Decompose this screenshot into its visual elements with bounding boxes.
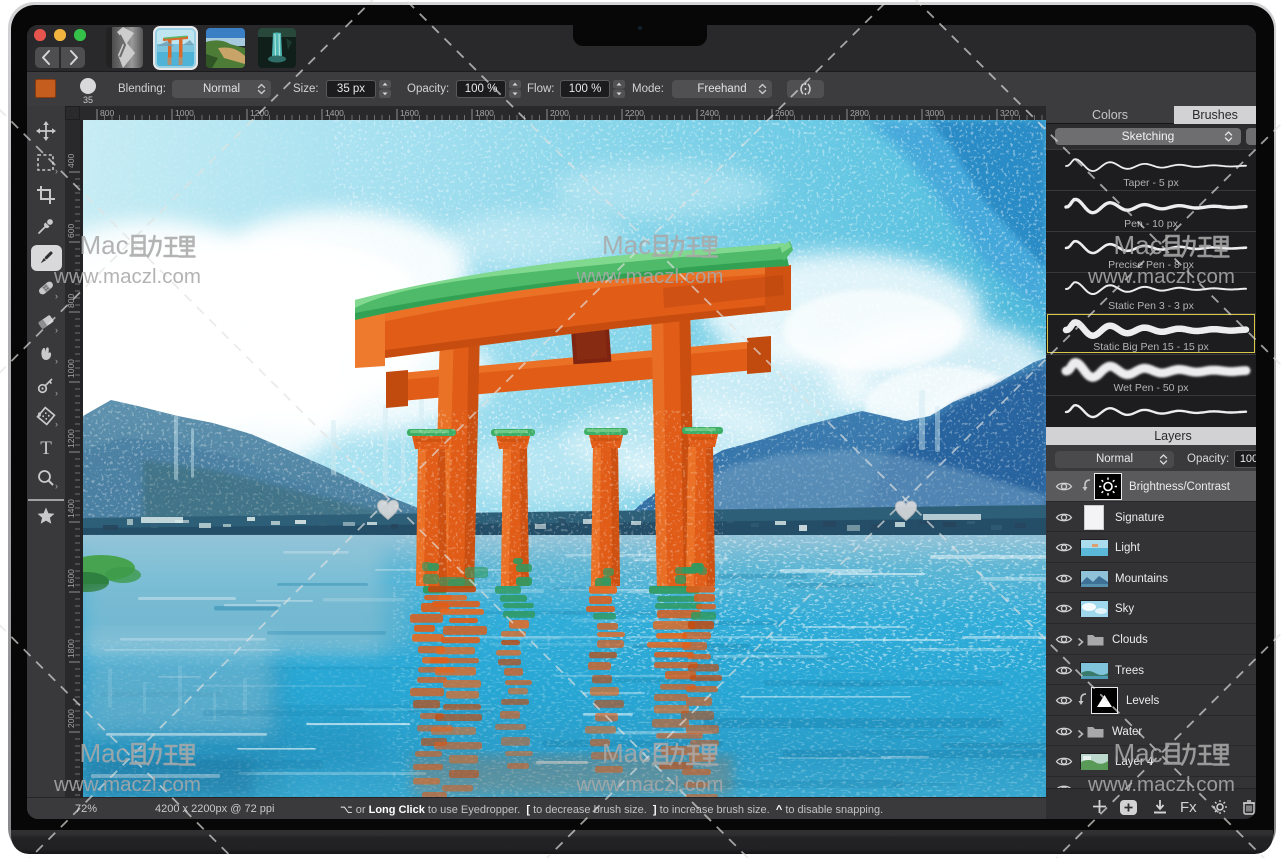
svg-text:1800: 1800: [475, 108, 494, 118]
svg-text:400: 400: [66, 154, 76, 168]
svg-text:3200: 3200: [1000, 108, 1019, 118]
svg-text:T: T: [40, 438, 52, 458]
svg-text:1800: 1800: [66, 639, 76, 658]
svg-text:Wet Pen - 50 px: Wet Pen - 50 px: [1113, 382, 1189, 394]
svg-text:1400: 1400: [66, 499, 76, 518]
svg-text:1000: 1000: [175, 108, 194, 118]
svg-text:1200: 1200: [66, 429, 76, 448]
svg-text:3000: 3000: [925, 108, 944, 118]
svg-text:1000: 1000: [66, 359, 76, 378]
svg-text:Precise Pen - 8 px: Precise Pen - 8 px: [1108, 259, 1195, 271]
svg-text:2800: 2800: [850, 108, 869, 118]
svg-text:Fx: Fx: [1180, 799, 1197, 815]
svg-text:Pen - 10 px: Pen - 10 px: [1124, 218, 1178, 230]
svg-text:Static Pen 3 - 3 px: Static Pen 3 - 3 px: [1108, 300, 1195, 312]
svg-text:600: 600: [66, 224, 76, 238]
svg-text:Taper - 5 px: Taper - 5 px: [1123, 177, 1179, 189]
svg-text:1400: 1400: [325, 108, 344, 118]
svg-text:800: 800: [66, 294, 76, 308]
svg-text:2400: 2400: [700, 108, 719, 118]
svg-text:2600: 2600: [775, 108, 794, 118]
svg-text:2200: 2200: [625, 108, 644, 118]
svg-text:1200: 1200: [250, 108, 269, 118]
svg-text:2000: 2000: [550, 108, 569, 118]
svg-text:1600: 1600: [66, 569, 76, 588]
svg-text:1600: 1600: [400, 108, 419, 118]
svg-text:2000: 2000: [66, 709, 76, 728]
